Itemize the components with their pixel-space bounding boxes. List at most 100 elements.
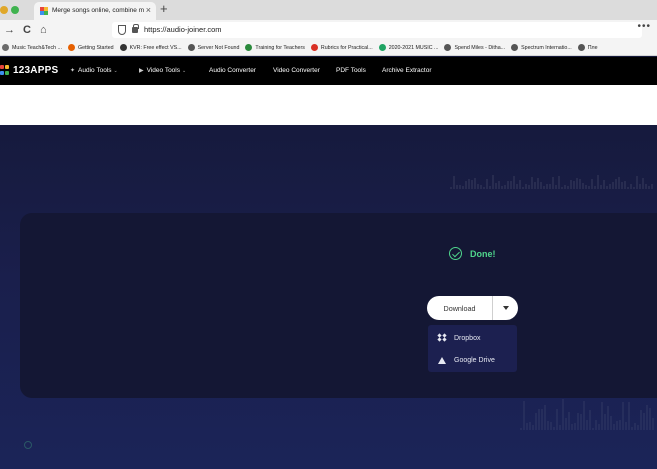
waveform-bar [588,185,590,189]
waveform-bar [529,421,531,430]
waveform-bar [609,184,611,189]
google-drive-icon [438,356,446,364]
waveform-bar [535,412,537,430]
waveform-bar [538,409,540,430]
waveform-bar [571,424,573,430]
bookmark-item[interactable]: Music Teach&Tech ... [2,44,62,51]
nav-item-video-converter[interactable]: Video Converter [273,67,320,74]
waveform-bar [613,424,615,430]
waveform-bar [577,413,579,430]
waveform-bar [462,185,464,189]
kvr-icon [119,44,127,51]
download-button[interactable]: Download [427,296,493,320]
browser-toolbar: → C ⌂ https://audio-joiner.com ••• [0,20,657,40]
bookmark-item[interactable]: Training for Teachers [245,44,305,51]
close-tab-icon[interactable]: × [146,5,151,15]
waveform-bar [634,422,636,430]
waveform-bar [540,182,542,189]
tab-favicon-icon [40,7,48,15]
waveform-bar [603,180,605,189]
save-to-dropbox-option[interactable]: Dropbox [428,327,517,349]
chevron-down-icon: ⌄ [113,68,118,74]
caret-down-icon [502,306,509,310]
waveform-bar [624,180,626,189]
bookmark-item[interactable]: KVR: Free effect VS... [119,44,182,51]
waveform-bar [610,416,612,430]
home-icon[interactable]: ⌂ [40,23,47,37]
tracking-shield-icon[interactable] [118,25,126,35]
waveform-bar [564,184,566,189]
url-text[interactable]: https://audio-joiner.com [144,25,222,34]
more-options-icon[interactable]: ••• [637,21,651,32]
waveform-bar [519,179,521,189]
forward-icon[interactable]: → [4,23,15,37]
bookmark-item[interactable]: 2020-2021 MUSIC ... [378,44,438,51]
address-bar[interactable]: https://audio-joiner.com [112,22,642,38]
bookmark-label: KVR: Free effect VS... [129,44,182,51]
waveform-bar [606,186,608,189]
waveform-bar [532,424,534,430]
waveform-bar [528,185,530,189]
waveform-bar [468,179,470,189]
waveform-bar [627,186,629,189]
waveform-bar [615,179,617,189]
waveform-bar [534,181,536,189]
waveform-bar [526,423,528,430]
main-content [0,125,657,469]
bookmark-item[interactable]: Server Not Found [187,44,239,51]
faded-footer-link[interactable] [24,441,39,449]
waveform-bar [537,178,539,189]
waveform-bar [604,414,606,430]
waveform-bar [618,177,620,189]
waveform-bar [580,413,582,430]
bookmarks-bar: Music Teach&Tech ... Getting Started KVR: … [0,40,657,56]
waveform-bar [612,181,614,189]
waveform-bar [648,185,650,189]
nav-item-audio-tools[interactable]: ✦ Audio Tools ⌄ [70,67,118,74]
logo-mark-icon [0,65,10,76]
nav-item-pdf-tools[interactable]: PDF Tools [336,67,366,74]
waveform-bar [480,184,482,189]
nav-item-archive-extractor[interactable]: Archive Extractor [382,67,432,74]
browser-tab-strip: Merge songs online, combine m × + [0,0,657,20]
waveform-bar [574,422,576,430]
waveform-bar [456,185,458,189]
browser-tab[interactable]: Merge songs online, combine m × [34,2,156,20]
waveform-bar [550,421,552,430]
nav-item-audio-converter[interactable]: Audio Converter [209,67,256,74]
maximize-window-button[interactable] [11,6,19,14]
waveform-bar [579,179,581,189]
download-options-toggle[interactable] [493,296,518,320]
dropbox-icon [437,333,447,342]
waveform-bar [598,423,600,430]
bookmark-item[interactable]: Spectrum Internatio... [511,44,572,51]
waveform-decoration [450,173,657,189]
result-panel [20,213,657,398]
waveform-bar [601,402,603,430]
waveform-bar [639,183,641,189]
waveform-bar [559,425,561,430]
nav-item-video-tools[interactable]: ▶ Video Tools ⌄ [139,67,186,74]
waveform-bar [513,176,515,189]
lock-icon[interactable] [132,24,139,33]
waveform-bar [573,180,575,189]
waveform-bar [547,420,549,430]
site-logo[interactable]: 123APPS [0,65,58,76]
new-tab-icon[interactable]: + [160,1,168,16]
minimize-window-button[interactable] [0,6,8,14]
waveform-bar [495,183,497,189]
nav-item-label: Audio Converter [209,67,256,74]
waveform-bar [621,182,623,189]
bookmark-item[interactable]: Getting Started [67,44,114,51]
waveform-bar [450,187,452,189]
bookmark-item[interactable]: Пле [577,44,598,51]
gmail-icon [310,44,318,51]
reload-icon[interactable]: C [23,23,31,37]
waveform-bar [465,180,467,189]
logo-text: 123APPS [13,65,59,76]
bookmark-item[interactable]: Spend Miles - Ditha... [444,44,505,51]
waveform-bar [636,175,638,189]
bookmark-item[interactable]: Rubrics for Practical... [310,44,373,51]
save-to-google-drive-option[interactable]: Google Drive [428,349,517,371]
waveform-bar [498,180,500,189]
